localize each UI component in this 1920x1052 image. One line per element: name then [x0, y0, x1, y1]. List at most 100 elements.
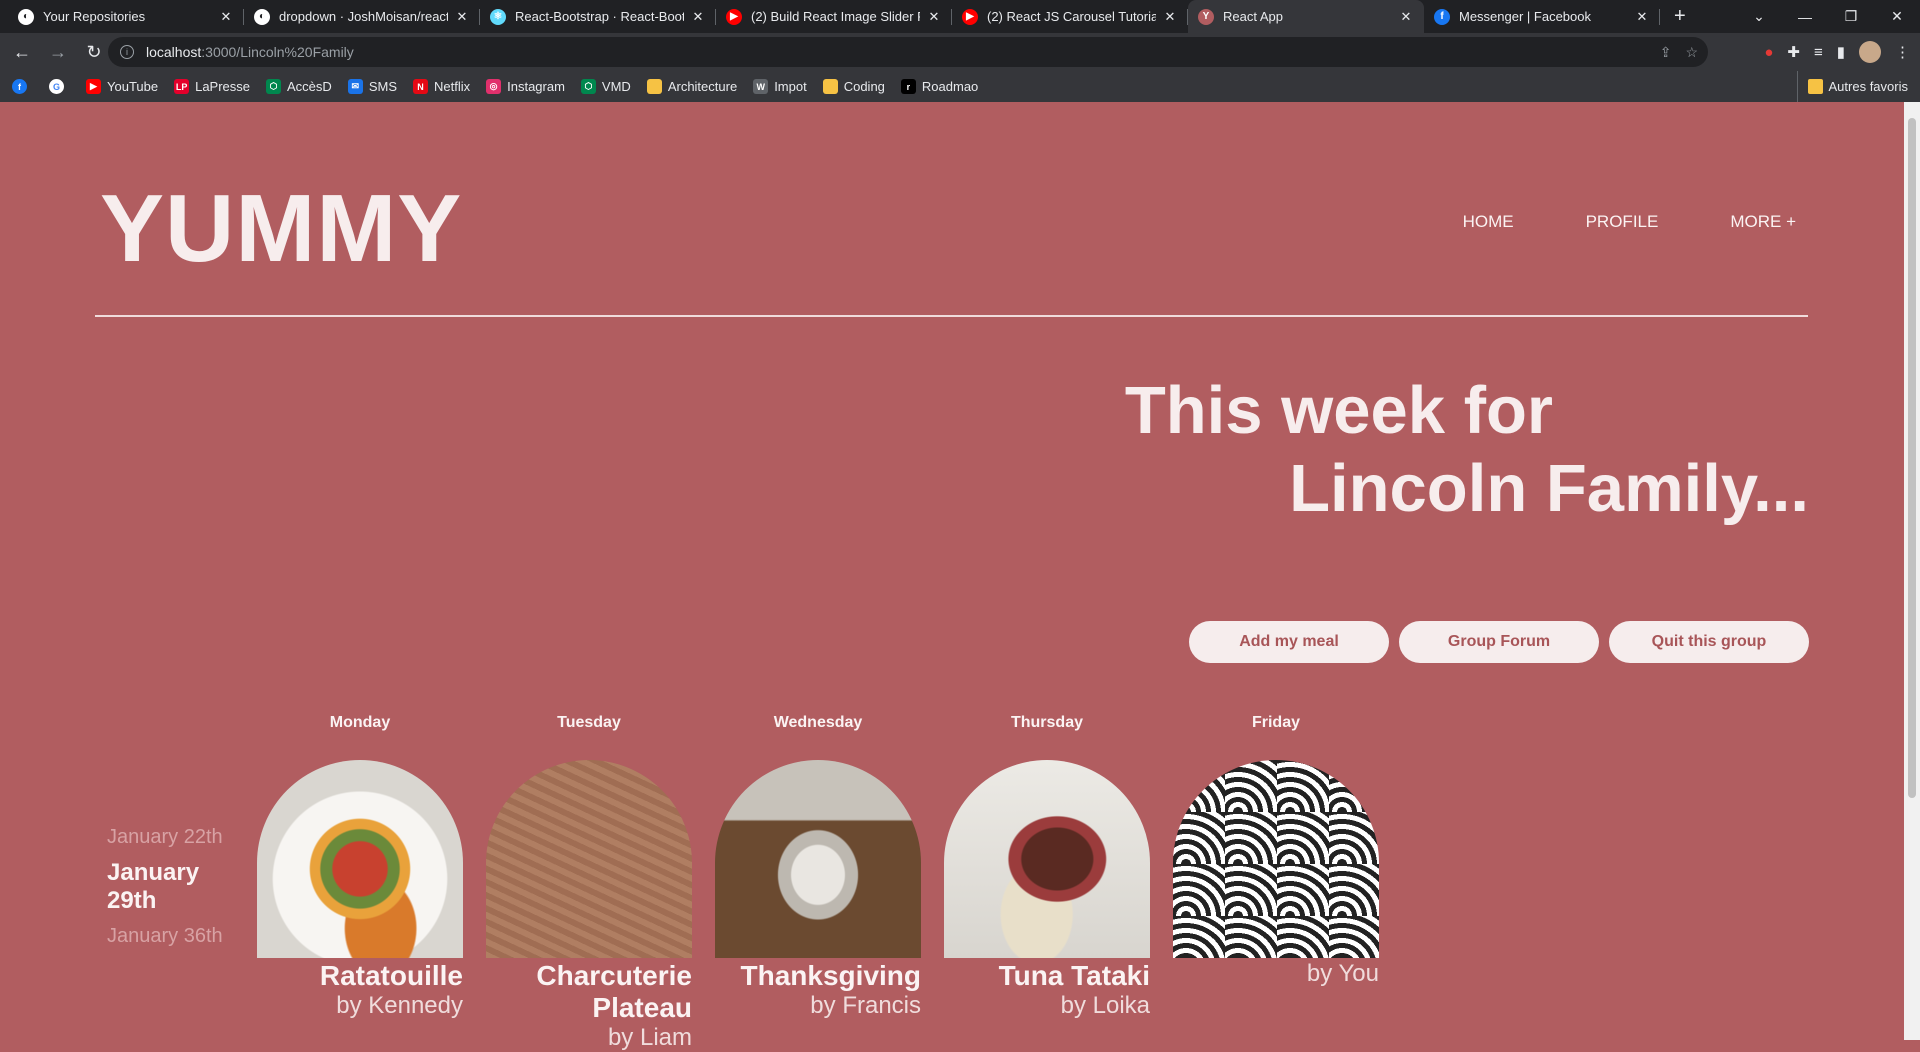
- bookmark-item[interactable]: N Netflix: [412, 79, 471, 94]
- bookmark-label: YouTube: [107, 79, 159, 94]
- day-card[interactable]: Monday Ratatouille by Kennedy: [257, 714, 463, 1052]
- bookmark-item[interactable]: r Roadmao: [900, 79, 978, 94]
- day-name: Monday: [329, 714, 391, 731]
- bookmark-item[interactable]: ⬡ VMD: [580, 79, 631, 94]
- bookmarks-bar: f G ▶ YouTube LP LaPresse ⬡ AccèsD ✉ SMS N Netflix ◎…: [0, 71, 1920, 102]
- bookmark-label: Netflix: [433, 79, 471, 94]
- meal-author: by Loika: [1060, 992, 1150, 1019]
- tab-title: Messenger | Facebook: [1459, 9, 1591, 24]
- tab-separator: [1659, 9, 1660, 25]
- charcuterie-photo[interactable]: [486, 760, 692, 958]
- bookmark-item[interactable]: ⬡ AccèsD: [266, 79, 332, 94]
- tab-title: React-Bootstrap · React-Bootstra: [515, 9, 684, 24]
- browser-tab[interactable]: ◐ dropdown · JoshMoisan/react@ ✕: [244, 0, 480, 33]
- bookmark-item[interactable]: ◎ Instagram: [486, 79, 565, 94]
- quit-group-button[interactable]: Quit this group: [1609, 621, 1809, 663]
- close-tab-icon[interactable]: ✕: [454, 9, 470, 25]
- bookmark-item[interactable]: Architecture: [646, 79, 737, 94]
- bookmark-label: VMD: [601, 79, 631, 94]
- tab-search-icon[interactable]: ⌄: [1736, 8, 1782, 25]
- facebook-icon: f: [12, 79, 27, 94]
- meal-author: by Liam: [607, 1024, 692, 1051]
- extensions-puzzle-icon[interactable]: ✚: [1787, 43, 1800, 61]
- browser-tab[interactable]: ▶ (2) Build React Image Slider Fron ✕: [716, 0, 952, 33]
- bookmark-star-icon[interactable]: ☆: [1685, 44, 1698, 61]
- meal-author: by Kennedy: [336, 992, 463, 1019]
- bookmark-item[interactable]: f: [12, 79, 33, 94]
- page-title-line1: This week for: [1124, 373, 1553, 448]
- folder-icon: [646, 79, 662, 94]
- browser-tab[interactable]: f Messenger | Facebook ✕: [1424, 0, 1660, 33]
- day-name: Tuesday: [557, 714, 621, 731]
- google-icon: G: [49, 79, 64, 94]
- browser-tab[interactable]: ▶ (2) React JS Carousel Tutorial - (✕: [952, 0, 1188, 33]
- tataki-photo[interactable]: [944, 760, 1150, 958]
- close-tab-icon[interactable]: ✕: [926, 9, 942, 25]
- github-icon: ◐: [254, 8, 270, 25]
- nav-home[interactable]: HOME: [1463, 212, 1514, 232]
- pattern-placeholder[interactable]: [1173, 760, 1379, 958]
- restore-icon[interactable]: ❐: [1828, 8, 1874, 25]
- day-card[interactable]: Wednesday Thanksgiving by Francis: [715, 714, 921, 1052]
- profile-avatar[interactable]: [1859, 41, 1881, 63]
- browser-tab[interactable]: ◐ Your Repositories ✕: [8, 0, 244, 33]
- bookmark-item[interactable]: ▶ YouTube: [86, 79, 158, 94]
- bookmark-item[interactable]: W Impot: [753, 79, 807, 94]
- previous-week[interactable]: January 22th: [107, 826, 237, 849]
- day-card[interactable]: Tuesday Charcuterie Plateau by Liam: [486, 714, 692, 1052]
- nav-more[interactable]: MORE +: [1730, 212, 1796, 232]
- github-icon: ◐: [18, 8, 34, 25]
- other-bookmarks[interactable]: Autres favoris: [1796, 71, 1908, 102]
- day-name: Friday: [1251, 714, 1300, 731]
- close-tab-icon[interactable]: ✕: [218, 9, 234, 25]
- close-tab-icon[interactable]: ✕: [690, 9, 706, 25]
- close-tab-icon[interactable]: ✕: [1398, 9, 1414, 25]
- bookmark-item[interactable]: ✉ SMS: [347, 79, 397, 94]
- meal-name: Tuna Tataki: [998, 960, 1150, 991]
- nav-profile[interactable]: PROFILE: [1586, 212, 1659, 232]
- add-meal-button[interactable]: Add my meal: [1189, 621, 1389, 663]
- browser-menu-icon[interactable]: ⋮: [1895, 43, 1910, 61]
- yummy-icon: Y: [1198, 8, 1214, 25]
- current-week[interactable]: January 29th: [107, 859, 237, 915]
- app-logo[interactable]: YUMMY: [100, 174, 462, 284]
- address-bar[interactable]: i localhost:3000/Lincoln%20Family ⇪ ☆: [108, 37, 1708, 67]
- new-tab-icon[interactable]: +: [1674, 5, 1686, 28]
- meal-author: by Francis: [810, 992, 921, 1019]
- bookmark-label: Instagram: [507, 79, 565, 94]
- side-panel-icon[interactable]: ▮: [1837, 43, 1845, 61]
- scrollbar-thumb[interactable]: [1908, 118, 1916, 798]
- browser-tab[interactable]: ⚛ React-Bootstrap · React-Bootstra ✕: [480, 0, 716, 33]
- close-tab-icon[interactable]: ✕: [1162, 9, 1178, 25]
- group-forum-button[interactable]: Group Forum: [1399, 621, 1599, 663]
- day-card[interactable]: Thursday Tuna Tataki by Loika: [944, 714, 1150, 1052]
- media-control-icon[interactable]: ≡: [1814, 44, 1823, 61]
- bookmark-item[interactable]: Coding: [822, 79, 885, 94]
- table-setting-photo[interactable]: [715, 760, 921, 958]
- browser-tab[interactable]: Y React App ✕: [1188, 0, 1424, 33]
- bookmark-item[interactable]: G: [49, 79, 70, 94]
- back-icon[interactable]: ←: [8, 38, 36, 66]
- page-scrollbar[interactable]: [1904, 102, 1920, 1040]
- close-tab-icon[interactable]: ✕: [1634, 9, 1650, 25]
- extensions-area: ● ✚ ≡ ▮ ⋮: [1764, 38, 1910, 66]
- folder-icon: [822, 79, 838, 94]
- other-bookmarks-label: Autres favoris: [1828, 79, 1908, 94]
- forward-icon[interactable]: →: [44, 38, 72, 66]
- page-title: This week for Lincoln Family...: [1125, 372, 1809, 528]
- day-card[interactable]: Friday by You: [1173, 714, 1379, 1052]
- instagram-icon: ◎: [486, 79, 502, 94]
- extension-red-icon[interactable]: ●: [1764, 44, 1773, 61]
- day-name: Wednesday: [773, 714, 863, 731]
- bookmark-item[interactable]: LP LaPresse: [174, 79, 250, 94]
- minimize-icon[interactable]: —: [1782, 9, 1828, 25]
- accesd-icon: ⬡: [266, 79, 282, 94]
- wordpress-icon: W: [753, 79, 769, 94]
- close-window-icon[interactable]: ✕: [1874, 8, 1920, 25]
- site-info-icon[interactable]: i: [120, 45, 134, 59]
- ratatouille-photo[interactable]: [257, 760, 463, 958]
- next-week[interactable]: January 36th: [107, 925, 237, 948]
- reload-icon[interactable]: ↻: [80, 38, 108, 66]
- header-divider: [95, 315, 1808, 317]
- share-icon[interactable]: ⇪: [1660, 44, 1672, 61]
